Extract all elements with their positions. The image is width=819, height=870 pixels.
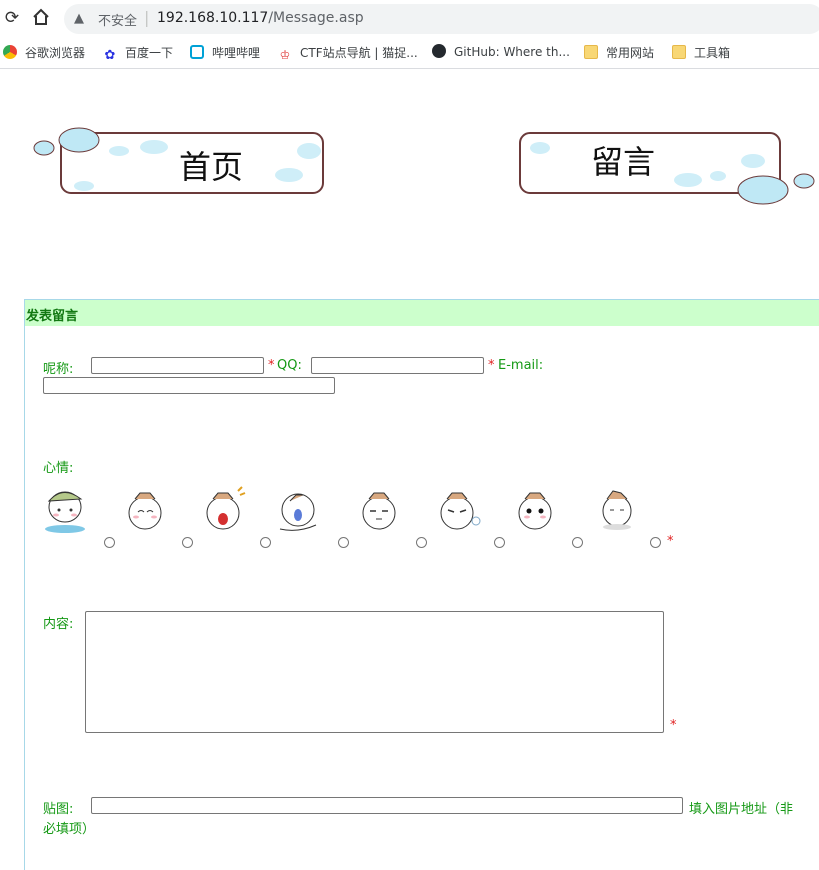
home-banner-button[interactable]: 首页 xyxy=(24,113,329,203)
bookmarks-bar: 谷歌浏览器 ✿ 百度一下 哔哩哔哩 ♔ CTF站点导航 | 猫捉... GitHub… xyxy=(0,38,819,69)
url-text: 192.168.10.117/Message.asp xyxy=(157,10,364,26)
nickname-input[interactable] xyxy=(91,357,264,374)
browser-toolbar: ⟳ ▲ 不安全 | 192.168.10.117/Message.asp xyxy=(0,0,819,37)
mood-radio-1[interactable] xyxy=(104,537,115,548)
mood-radio-8[interactable] xyxy=(650,537,661,548)
email-input[interactable] xyxy=(43,377,335,394)
bookmark-ctf[interactable]: ♔ CTF站点导航 | 猫捉... xyxy=(278,44,418,62)
insecure-label: 不安全 xyxy=(98,14,138,29)
content-label: 内容: xyxy=(43,617,74,632)
mood-face-5-icon xyxy=(362,492,396,530)
bookmark-folder-tools[interactable]: 工具箱 xyxy=(672,44,730,62)
bilibili-icon xyxy=(190,45,204,59)
mood-radio-7[interactable] xyxy=(572,537,583,548)
url-separator: | xyxy=(144,8,150,27)
address-bar[interactable]: ▲ 不安全 | 192.168.10.117/Message.asp xyxy=(64,4,819,34)
form-title: 发表留言 xyxy=(26,309,79,324)
reload-icon[interactable]: ⟳ xyxy=(2,8,22,28)
bookmark-folder-common[interactable]: 常用网站 xyxy=(584,44,654,62)
message-form: 发表留言 呢称: * QQ: * E-mail: 心情: * 内容: * 贴图:… xyxy=(24,299,819,870)
baidu-icon: ✿ xyxy=(104,48,116,63)
mood-face-3-icon xyxy=(206,486,246,530)
mood-radio-4[interactable] xyxy=(338,537,349,548)
content-textarea[interactable] xyxy=(85,611,664,733)
form-header: 发表留言 xyxy=(25,300,819,326)
mood-face-1-icon xyxy=(45,491,85,533)
folder-icon xyxy=(672,45,686,59)
mood-label: 心情: xyxy=(43,461,74,476)
bookmark-github[interactable]: GitHub: Where th... xyxy=(432,44,570,62)
message-banner-label: 留言 xyxy=(591,143,655,181)
required-mark: * xyxy=(268,358,275,373)
qq-label: QQ: xyxy=(277,358,302,373)
image-hint-line2: 必填项） xyxy=(43,822,96,837)
email-label: E-mail: xyxy=(498,358,544,373)
mood-radio-6[interactable] xyxy=(494,537,505,548)
mood-face-7-icon xyxy=(518,492,552,530)
required-mark: * xyxy=(670,718,677,733)
mood-face-4-icon xyxy=(279,493,317,531)
image-label: 贴图: xyxy=(43,802,74,817)
image-hint-line1: 填入图片地址（非 xyxy=(689,802,794,817)
bookmark-chrome[interactable]: 谷歌浏览器 xyxy=(3,44,85,62)
required-mark: * xyxy=(488,358,495,373)
qq-input[interactable] xyxy=(311,357,484,374)
mood-radio-5[interactable] xyxy=(416,537,427,548)
message-banner-button[interactable]: 留言 xyxy=(518,113,818,213)
mood-face-2-icon xyxy=(128,492,162,530)
mood-radio-3[interactable] xyxy=(260,537,271,548)
nickname-label: 呢称: xyxy=(43,362,74,377)
github-icon xyxy=(432,44,446,58)
home-banner-label: 首页 xyxy=(179,148,243,186)
chrome-icon xyxy=(3,45,17,59)
home-icon[interactable] xyxy=(31,8,51,28)
mood-face-8-icon xyxy=(602,490,632,530)
required-mark: * xyxy=(667,534,674,549)
bookmark-baidu[interactable]: ✿ 百度一下 xyxy=(103,44,173,63)
folder-icon xyxy=(584,45,598,59)
ctf-icon: ♔ xyxy=(279,48,291,62)
mood-radio-2[interactable] xyxy=(182,537,193,548)
warning-icon: ▲ xyxy=(74,11,84,26)
mood-face-6-icon xyxy=(440,492,481,530)
image-url-input[interactable] xyxy=(91,797,683,814)
bookmark-bilibili[interactable]: 哔哩哔哩 xyxy=(190,44,260,62)
